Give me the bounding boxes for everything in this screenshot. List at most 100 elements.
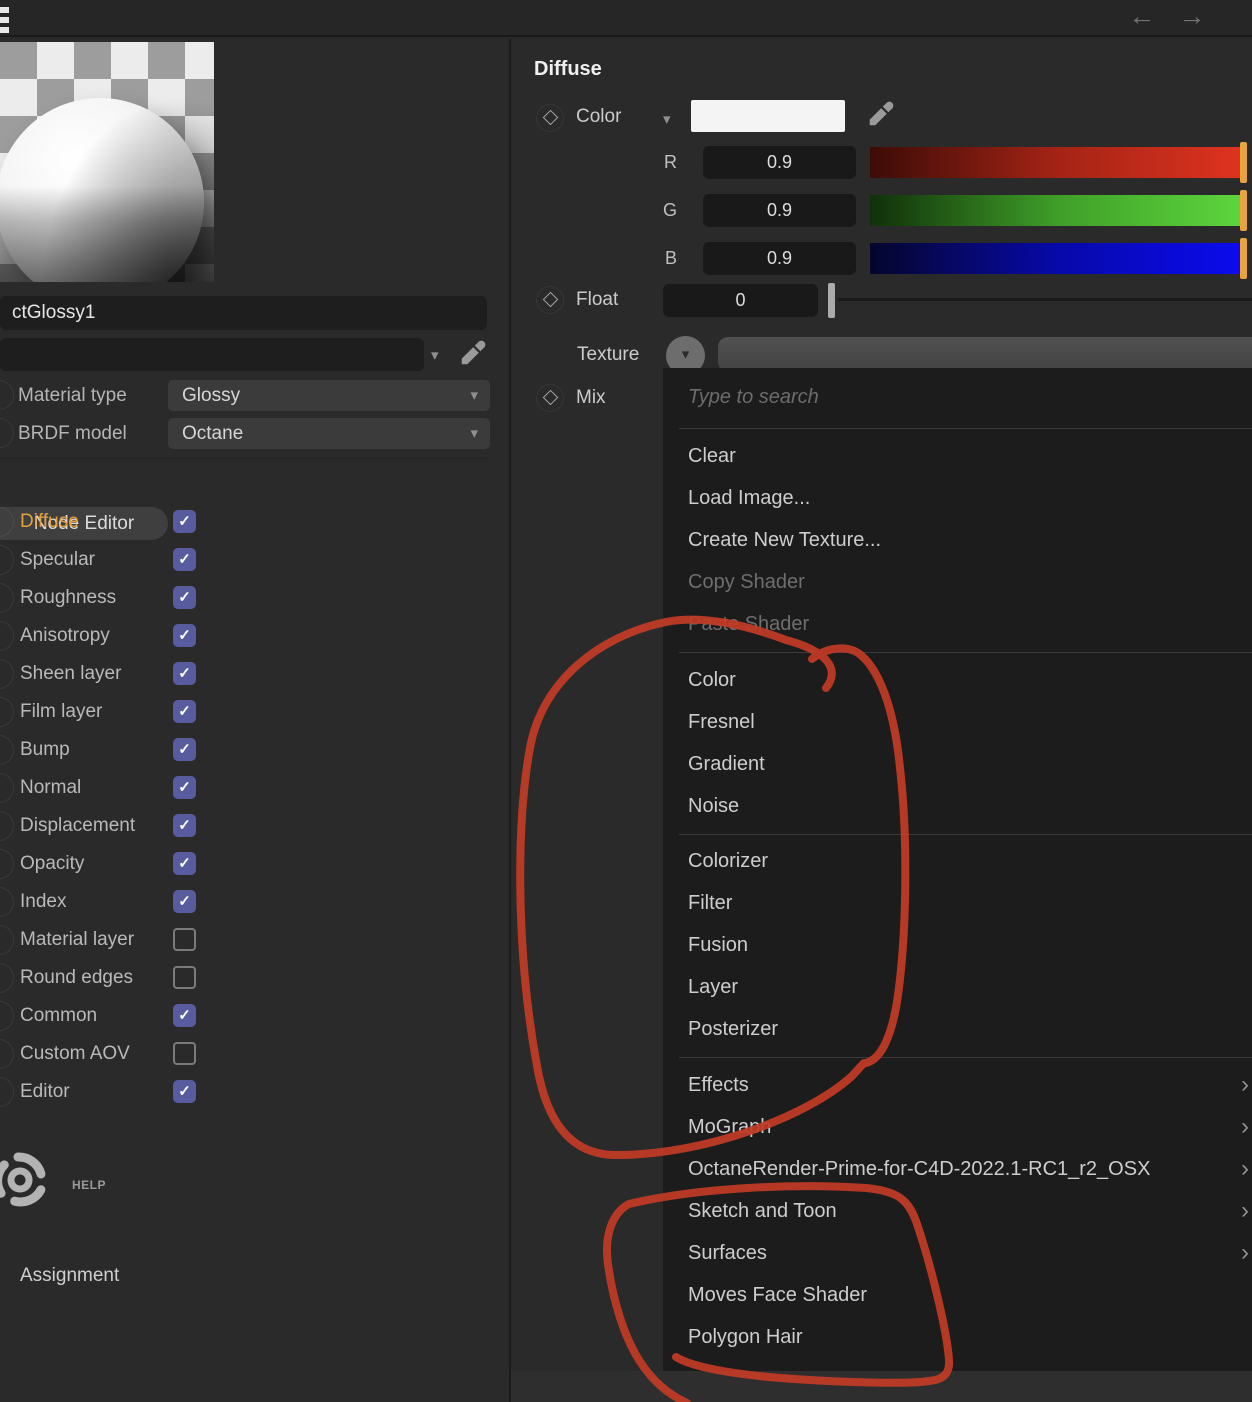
mix-label: Mix (576, 387, 606, 408)
menu-divider (679, 428, 1252, 429)
channel-row-film-layer[interactable]: Film layer ✓ (0, 693, 300, 731)
layer-dropdown-icon[interactable]: ▾ (431, 346, 439, 364)
texture-label: Texture (577, 344, 640, 365)
brdf-model-label: BRDF model (18, 423, 127, 444)
menu-item-colorizer[interactable]: Colorizer (663, 840, 1252, 882)
menu-item-effects[interactable]: Effects › (663, 1064, 1252, 1106)
blue-slider-handle[interactable] (1240, 238, 1247, 279)
green-channel-label: G (663, 200, 678, 220)
chevron-down-icon: ▾ (470, 387, 478, 404)
channel-row-roughness[interactable]: Roughness ✓ (0, 579, 300, 617)
material-name-input[interactable]: ctGlossy1 (0, 296, 487, 330)
channel-row-opacity[interactable]: Opacity ✓ (0, 845, 300, 883)
texture-field[interactable] (718, 337, 1252, 372)
checkbox-checked[interactable]: ✓ (173, 510, 196, 533)
menu-item-surfaces[interactable]: Surfaces › (663, 1232, 1252, 1274)
menu-item-moves-face-shader[interactable]: Moves Face Shader (663, 1274, 1252, 1316)
checkbox-checked[interactable]: ✓ (173, 776, 196, 799)
channel-row-common[interactable]: Common ✓ (0, 997, 300, 1035)
checkbox-checked[interactable]: ✓ (173, 700, 196, 723)
checkbox-checked[interactable]: ✓ (173, 586, 196, 609)
menu-item-gradient[interactable]: Gradient (663, 743, 1252, 785)
checkbox-checked[interactable]: ✓ (173, 1004, 196, 1027)
green-value-input[interactable]: 0.9 (703, 194, 856, 227)
red-slider[interactable] (870, 147, 1243, 178)
checkbox-unchecked[interactable] (173, 966, 196, 989)
brdf-edge-circle (0, 418, 14, 448)
color-swatch[interactable] (691, 100, 845, 132)
channel-row-anisotropy[interactable]: Anisotropy ✓ (0, 617, 300, 655)
material-type-select[interactable]: Glossy ▾ (168, 380, 490, 411)
color-dropdown-icon[interactable]: ▾ (663, 110, 671, 128)
menu-item-mograph[interactable]: MoGraph › (663, 1106, 1252, 1148)
menu-item-polygon-hair[interactable]: Polygon Hair (663, 1316, 1252, 1358)
menu-search-input[interactable]: Type to search (688, 386, 819, 409)
channel-row-custom-aov[interactable]: Custom AOV (0, 1035, 300, 1073)
back-arrow-icon[interactable]: ← (1122, 1, 1162, 32)
chevron-down-icon: ▾ (470, 425, 478, 442)
texture-context-menu: Type to search Clear Load Image... Creat… (663, 368, 1252, 1371)
material-preview[interactable] (0, 42, 214, 282)
menu-item-layer[interactable]: Layer (663, 966, 1252, 1008)
octane-help-logo-icon[interactable] (0, 1148, 54, 1212)
menu-item-octanerender-prime[interactable]: OctaneRender-Prime-for-C4D-2022.1-RC1_r2… (663, 1148, 1252, 1190)
menu-item-noise[interactable]: Noise (663, 785, 1252, 827)
checkbox-unchecked[interactable] (173, 928, 196, 951)
assignment-label[interactable]: Assignment (20, 1265, 119, 1287)
checkbox-checked[interactable]: ✓ (173, 548, 196, 571)
menu-item-paste-shader: Paste Shader (688, 613, 810, 635)
menu-item-clear[interactable]: Clear (663, 435, 1252, 477)
diffuse-section-title: Diffuse (534, 58, 602, 80)
float-value-input[interactable]: 0 (663, 284, 818, 317)
menu-item-color[interactable]: Color (663, 659, 1252, 701)
channel-row-displacement[interactable]: Displacement ✓ (0, 807, 300, 845)
menu-item-posterizer[interactable]: Posterizer (663, 1008, 1252, 1050)
forward-arrow-icon[interactable]: → (1172, 1, 1212, 32)
blue-slider[interactable] (870, 243, 1243, 274)
float-label: Float (576, 289, 619, 310)
red-channel-label: R (664, 152, 677, 172)
menu-divider (679, 1057, 1252, 1058)
menu-item-filter[interactable]: Filter (663, 882, 1252, 924)
material-type-label: Material type (18, 385, 127, 406)
channel-row-index[interactable]: Index ✓ (0, 883, 300, 921)
checkbox-checked[interactable]: ✓ (173, 890, 196, 913)
menu-item-create-new-texture[interactable]: Create New Texture... (663, 519, 1252, 561)
checkbox-checked[interactable]: ✓ (173, 624, 196, 647)
channel-row-specular[interactable]: Specular ✓ (0, 541, 300, 579)
checkbox-checked[interactable]: ✓ (173, 852, 196, 875)
menu-item-sketch-and-toon[interactable]: Sketch and Toon › (663, 1190, 1252, 1232)
material-left-panel: ctGlossy1 ▾ Material type Glossy ▾ BRDF … (0, 39, 510, 1402)
checkbox-checked[interactable]: ✓ (173, 1080, 196, 1103)
brdf-model-select[interactable]: Octane ▾ (168, 418, 490, 449)
float-slider-handle[interactable] (828, 283, 835, 318)
menu-item-load-image[interactable]: Load Image... (663, 477, 1252, 519)
channel-row-sheen-layer[interactable]: Sheen layer ✓ (0, 655, 300, 693)
channel-row-normal[interactable]: Normal ✓ (0, 769, 300, 807)
menu-item-copy-shader: Copy Shader (688, 571, 805, 593)
checkbox-checked[interactable]: ✓ (173, 814, 196, 837)
preview-floor-shadow (0, 42, 214, 282)
red-value-input[interactable]: 0.9 (703, 146, 856, 179)
blue-channel-label: B (665, 248, 678, 268)
checkbox-checked[interactable]: ✓ (173, 738, 196, 761)
divider (0, 458, 490, 459)
checkbox-unchecked[interactable] (173, 1042, 196, 1065)
eyedropper-icon[interactable] (456, 337, 488, 371)
red-slider-handle[interactable] (1240, 142, 1247, 183)
float-slider-track[interactable] (838, 298, 1252, 301)
layer-field[interactable] (0, 338, 424, 371)
channel-row-material-layer[interactable]: Material layer (0, 921, 300, 959)
channel-row-bump[interactable]: Bump ✓ (0, 731, 300, 769)
checkbox-checked[interactable]: ✓ (173, 662, 196, 685)
menu-item-fresnel[interactable]: Fresnel (663, 701, 1252, 743)
help-label: HELP (72, 1178, 107, 1192)
blue-value-input[interactable]: 0.9 (703, 242, 856, 275)
menu-item-fusion[interactable]: Fusion (663, 924, 1252, 966)
channel-row-round-edges[interactable]: Round edges (0, 959, 300, 997)
green-slider-handle[interactable] (1240, 190, 1247, 231)
channel-row-editor[interactable]: Editor ✓ (0, 1073, 300, 1111)
green-slider[interactable] (870, 195, 1243, 226)
eyedropper-icon[interactable] (864, 98, 896, 132)
channel-row-diffuse[interactable]: Diffuse ✓ (0, 503, 300, 541)
